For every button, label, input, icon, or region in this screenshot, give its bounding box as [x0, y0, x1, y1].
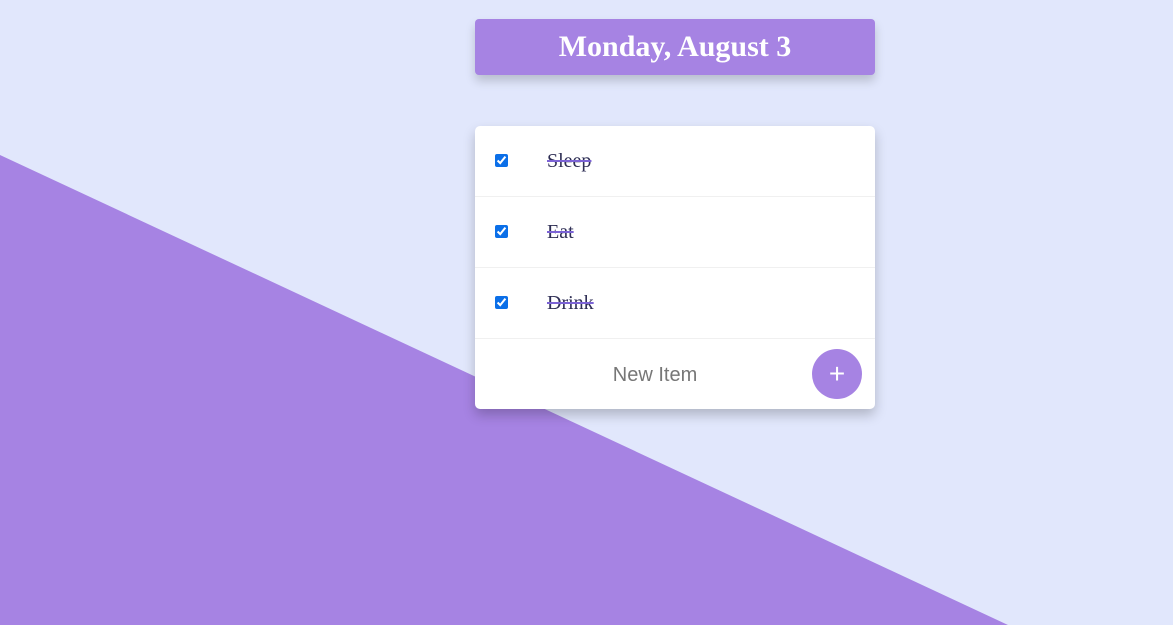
todo-item: Sleep: [475, 126, 875, 197]
plus-icon: +: [828, 358, 846, 389]
todo-item: Drink: [475, 268, 875, 339]
todo-item: Eat: [475, 197, 875, 268]
date-heading: Monday, August 3: [558, 30, 792, 63]
todo-item-label: Sleep: [547, 150, 592, 172]
new-item-input[interactable]: [495, 357, 815, 393]
add-item-button[interactable]: +: [812, 349, 862, 399]
todo-item-label: Drink: [547, 292, 594, 314]
todo-item-checkbox[interactable]: [495, 225, 508, 238]
new-item-form: +: [475, 339, 875, 409]
todo-item-checkbox[interactable]: [495, 296, 508, 309]
todo-item-label: Eat: [547, 221, 574, 243]
todo-list-card: Sleep Eat Drink +: [475, 126, 875, 409]
todo-item-checkbox[interactable]: [495, 154, 508, 167]
date-header: Monday, August 3: [475, 19, 875, 75]
